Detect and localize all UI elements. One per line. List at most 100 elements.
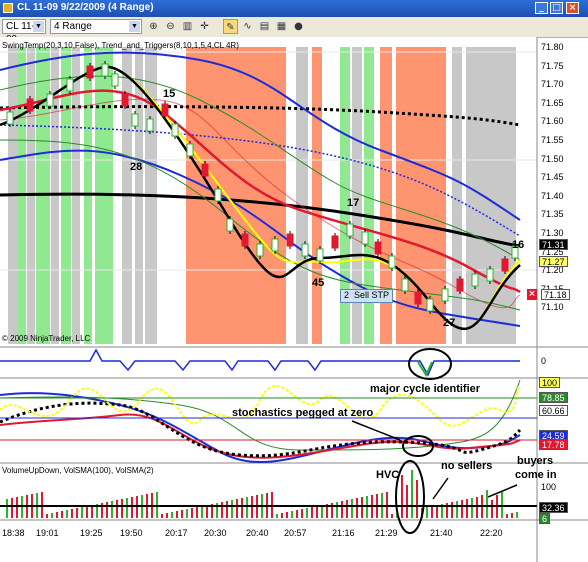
volume-bar <box>201 506 203 518</box>
volume-bar <box>516 512 518 518</box>
crosshair-icon[interactable]: ✛ <box>197 19 212 34</box>
draw-tools-icon[interactable]: ✎ <box>223 19 238 34</box>
candle-body <box>401 278 409 292</box>
time-tick-label: 22:20 <box>480 528 503 538</box>
volume-bar <box>316 506 318 518</box>
close-button[interactable]: × <box>566 2 579 14</box>
volume-bar <box>416 480 418 518</box>
candle-body <box>256 243 264 257</box>
volume-bar <box>336 502 338 518</box>
sell-stop-order[interactable]: 2 Sell STP <box>340 289 394 303</box>
volume-bar <box>236 499 238 518</box>
price-tick-label: 71.35 <box>541 209 564 220</box>
last-price-tag: 71.31 <box>539 239 568 250</box>
candle-body <box>201 163 209 177</box>
window-titlebar: CL 11-09 9/22/2009 (4 Range) _ □ × <box>0 0 588 17</box>
time-tick-label: 21:40 <box>430 528 453 538</box>
volume-bar <box>486 490 488 518</box>
time-tick-label: 21:16 <box>332 528 355 538</box>
instrument-select[interactable]: CL 11-09 ▼ <box>2 19 46 45</box>
chevron-down-icon: ▼ <box>129 21 140 32</box>
strategy-icon[interactable]: ▤ <box>257 19 272 34</box>
volume-bar <box>66 510 68 518</box>
price-chart[interactable] <box>0 37 588 562</box>
candle-body <box>121 93 129 107</box>
wave-label: 45 <box>312 277 325 289</box>
volume-bar <box>111 501 113 518</box>
come-in-annotation: come in <box>515 469 557 481</box>
volume-bar <box>11 498 13 518</box>
volume-bar <box>476 497 478 518</box>
candle-body <box>388 255 396 269</box>
osc-100-tag: 100 <box>539 377 561 388</box>
candle-body <box>374 241 382 255</box>
price-tick-label: 71.70 <box>541 79 564 90</box>
volume-bar <box>456 501 458 518</box>
candle-body <box>131 113 139 127</box>
volume-bar <box>61 511 63 518</box>
price-tick-label: 71.75 <box>541 60 564 71</box>
price-tick-label: 71.60 <box>541 116 564 127</box>
no-sellers-annotation: no sellers <box>441 460 493 472</box>
volume-bar <box>356 498 358 518</box>
stoch-annotation: stochastics pegged at zero <box>232 407 374 419</box>
wave-label: 16 <box>512 239 525 251</box>
time-tick-label: 20:40 <box>246 528 269 538</box>
time-tick-label: 19:01 <box>36 528 59 538</box>
volume-bar <box>231 500 233 518</box>
bar-type-icon[interactable]: ▥ <box>180 19 195 34</box>
candle-body <box>26 98 34 112</box>
volume-bar <box>431 506 433 518</box>
candle-body <box>241 233 249 247</box>
trigger-price-tag: 71.27 <box>539 256 568 267</box>
volume-bar <box>166 513 168 518</box>
candle-body <box>46 93 54 107</box>
volume-bar <box>511 513 513 518</box>
candle-body <box>271 238 279 252</box>
volume-bar <box>426 507 428 518</box>
candle-body <box>161 103 169 117</box>
volume-bar <box>176 511 178 518</box>
volume-bar <box>51 513 53 518</box>
order-qty: 2 <box>344 290 350 300</box>
volume-bar <box>391 514 393 518</box>
maximize-button[interactable]: □ <box>550 2 563 14</box>
candle-body <box>331 235 339 249</box>
osc-red-tag: 17.78 <box>539 439 568 450</box>
volume-bar <box>81 507 83 518</box>
volume-bar <box>301 509 303 518</box>
period-select[interactable]: 4 Range ▼ <box>50 19 142 34</box>
minimize-button[interactable]: _ <box>535 2 548 14</box>
chart-toolbar: CL 11-09 ▼ 4 Range ▼ ⊕ ⊖ ▥ ✛ ✎ ∿ ▤ ▦ ● <box>0 17 588 45</box>
data-box-icon[interactable]: ▦ <box>274 19 289 34</box>
time-tick-label: 20:17 <box>165 528 188 538</box>
indicators-icon[interactable]: ∿ <box>240 19 255 34</box>
price-tick-label: 71.65 <box>541 97 564 108</box>
period-value: 4 Range <box>54 21 92 32</box>
volume-bar <box>296 510 298 518</box>
hvc-annotation: HVC <box>376 469 400 481</box>
volume-bar <box>351 499 353 518</box>
zoom-out-icon[interactable]: ⊖ <box>163 19 178 34</box>
osc-green-tag: 78.85 <box>539 392 568 403</box>
volume-bar <box>186 509 188 518</box>
volume-bar <box>161 514 163 518</box>
zoom-in-icon[interactable]: ⊕ <box>146 19 161 34</box>
price-tick-label: 71.30 <box>541 228 564 238</box>
volume-bar <box>56 512 58 518</box>
wave-label: 17 <box>347 197 360 209</box>
volume-bar <box>451 502 453 518</box>
volume-bar <box>246 497 248 518</box>
time-tick-label: 19:50 <box>120 528 143 538</box>
candle-body <box>186 143 194 157</box>
properties-icon[interactable]: ● <box>291 19 306 34</box>
cancel-order-icon[interactable]: × <box>527 289 537 300</box>
volume-bar <box>71 509 73 518</box>
volume-bar <box>241 498 243 518</box>
volume-bar <box>401 475 403 518</box>
chevron-down-icon: ▼ <box>33 21 44 32</box>
candle-body <box>316 248 324 262</box>
candle-body <box>346 223 354 237</box>
volume-bar <box>16 497 18 518</box>
volume-bar <box>361 497 363 518</box>
